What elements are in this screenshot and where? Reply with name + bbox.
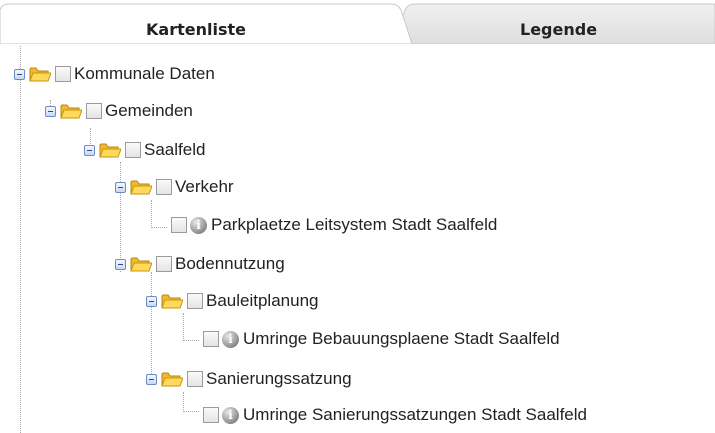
tree-node-label[interactable]: Umringe Sanierungssatzungen Stadt Saalfe… <box>243 405 587 425</box>
tree-node-label[interactable]: Bodennutzung <box>175 254 285 274</box>
tree-node-gemeinden: Gemeinden <box>45 98 193 124</box>
tree-guide-line <box>183 340 199 341</box>
tree-node-saalfeld: Saalfeld <box>84 137 205 163</box>
layer-checkbox[interactable] <box>156 256 172 272</box>
layer-checkbox[interactable] <box>203 331 219 347</box>
tree-node-label[interactable]: Umringe Bebauungsplaene Stadt Saalfeld <box>243 329 560 349</box>
open-folder-icon <box>161 370 184 388</box>
tree-layer-parkplaetze: i Parkplaetze Leitsystem Stadt Saalfeld <box>171 212 497 238</box>
layer-checkbox[interactable] <box>187 371 203 387</box>
layer-checkbox[interactable] <box>187 293 203 309</box>
open-folder-icon <box>130 178 153 196</box>
tree-guide-line <box>20 46 21 433</box>
tree-guide-line <box>183 313 184 341</box>
open-folder-icon <box>29 65 52 83</box>
layer-checkbox[interactable] <box>86 103 102 119</box>
collapse-icon[interactable] <box>84 144 95 156</box>
collapse-icon[interactable] <box>45 105 56 117</box>
tree-node-label[interactable]: Sanierungssatzung <box>206 369 352 389</box>
tree-node-label[interactable]: Bauleitplanung <box>206 291 318 311</box>
layer-checkbox[interactable] <box>156 179 172 195</box>
tree-guide-line <box>183 392 184 412</box>
collapse-icon[interactable] <box>146 295 157 307</box>
tree-node-label[interactable]: Parkplaetze Leitsystem Stadt Saalfeld <box>211 215 497 235</box>
layer-checkbox[interactable] <box>55 66 71 82</box>
tree-node-label[interactable]: Kommunale Daten <box>74 64 215 84</box>
layer-tree: Kommunale Daten Gemeinden Saalfeld Verke… <box>0 0 715 433</box>
collapse-icon[interactable] <box>115 181 126 193</box>
tree-layer-sanierungssatzungen: i Umringe Sanierungssatzungen Stadt Saal… <box>203 402 587 428</box>
open-folder-icon <box>99 141 122 159</box>
tree-node-sanierungssatzung: Sanierungssatzung <box>146 366 352 392</box>
info-icon[interactable]: i <box>190 216 207 234</box>
tree-node-kommunale-daten: Kommunale Daten <box>14 61 215 87</box>
layer-checkbox[interactable] <box>203 407 219 423</box>
open-folder-icon <box>130 255 153 273</box>
tree-layer-bebauungsplaene: i Umringe Bebauungsplaene Stadt Saalfeld <box>203 326 560 352</box>
open-folder-icon <box>60 102 83 120</box>
tree-node-verkehr: Verkehr <box>115 174 234 200</box>
layer-checkbox[interactable] <box>125 142 141 158</box>
tree-node-bodennutzung: Bodennutzung <box>115 251 285 277</box>
tree-guide-line <box>151 200 152 228</box>
tree-node-label[interactable]: Saalfeld <box>144 140 205 160</box>
open-folder-icon <box>161 292 184 310</box>
collapse-icon[interactable] <box>146 373 157 385</box>
tree-guide-line <box>183 411 199 412</box>
layer-checkbox[interactable] <box>171 217 187 233</box>
collapse-icon[interactable] <box>115 258 126 270</box>
tree-node-label[interactable]: Verkehr <box>175 177 234 197</box>
tree-node-label[interactable]: Gemeinden <box>105 101 193 121</box>
tree-node-bauleitplanung: Bauleitplanung <box>146 288 318 314</box>
info-icon[interactable]: i <box>222 330 239 348</box>
tree-guide-line <box>151 227 167 228</box>
info-icon[interactable]: i <box>222 406 239 424</box>
collapse-icon[interactable] <box>14 68 25 80</box>
